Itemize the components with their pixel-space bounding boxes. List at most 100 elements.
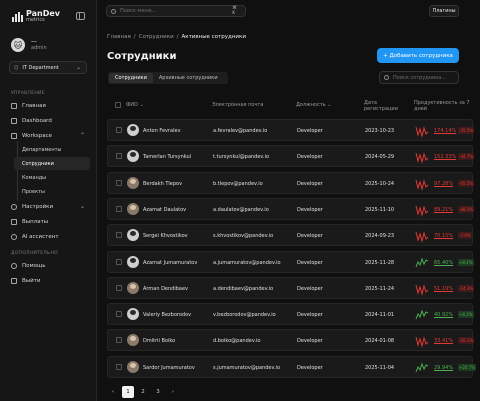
table-row[interactable]: Dmitrii Boiko d.boiko@pandev.io Developer 2… [107,329,475,352]
sidebar-subitem-departments[interactable]: Департаменты [14,143,90,156]
employee-role: Developer [297,180,323,187]
sidebar-item-home[interactable]: Главная [8,99,90,112]
avatar [127,281,139,294]
tab-employees[interactable]: Сотрудники [109,73,153,83]
table-row[interactable]: Azamat Daulatov a.daulatov@pandev.io Devel… [107,197,475,220]
row-checkbox[interactable] [116,363,122,370]
avatar: 🐱 [11,38,25,52]
department-dot-icon: ⬡ [14,64,19,71]
menu-search[interactable]: ⌘ K [106,5,246,17]
table-row[interactable]: Tamerlan Tursynkul t.tursynkul@pandev.io D… [107,145,475,168]
productivity-delta-badge: -20.1% [458,337,475,345]
row-checkbox[interactable] [116,258,122,265]
registration-date: 2024-09-23 [365,233,395,240]
select-all-checkbox[interactable] [115,102,121,108]
employee-name[interactable]: Dmitrii Boiko [143,338,175,344]
registration-date: 2025-11-28 [365,259,395,266]
table-row[interactable]: Sardor Jumamuratov s.jumamuratov@pandev.i… [107,355,477,378]
page-button[interactable]: 3 [152,386,164,398]
column-header-role[interactable]: Должность ⌄ [296,102,331,108]
employee-name[interactable]: Valeriy Bezborodov [143,312,191,318]
next-page-button[interactable]: › [167,386,179,398]
sidebar-item-logout[interactable]: Выйти [8,274,90,287]
avatar [127,255,139,268]
row-checkbox[interactable] [116,205,122,212]
section-title-additional: ДОПОЛНИТЕЛЬНО [11,251,59,256]
user-profile[interactable]: 🐱 — admin [11,38,47,52]
table-row[interactable]: Sergei Khvostikov s.khvostikov@pandev.io D… [107,224,473,247]
employee-role: Developer [297,154,323,161]
row-checkbox[interactable] [116,337,122,344]
avatar [127,150,139,163]
sidebar-subitem-teams[interactable]: Команды [14,171,90,184]
plugins-button[interactable]: Плагины [429,5,459,17]
column-header-email[interactable]: Электронная почта [212,102,263,108]
table-header: ФИО ⌄ Электронная почта Должность ⌄ Дата… [107,96,473,114]
sidebar-item-workspace[interactable]: Workspace ⌃ [8,129,90,142]
add-employee-button[interactable]: + Добавить сотрудника [377,48,459,63]
productivity-percent: 51.19% [434,285,454,292]
logo-subtitle: metrics [26,17,45,23]
app-logo[interactable]: PanDev metrics [12,10,60,23]
row-checkbox[interactable] [116,127,122,133]
row-checkbox[interactable] [116,232,122,239]
row-checkbox[interactable] [116,311,122,318]
row-checkbox[interactable] [116,153,122,160]
avatar [127,334,139,347]
registration-date: 2024-01-08 [365,338,395,345]
menu-search-input[interactable] [120,8,229,14]
employee-name[interactable]: Tamerlan Tursynkul [143,154,191,160]
sidebar-collapse-icon[interactable] [76,12,85,20]
table-row[interactable]: Valeriy Bezborodov v.bezborodov@pandev.io… [107,303,474,326]
employee-role: Developer [297,259,323,266]
home-icon [11,102,17,109]
employee-search[interactable] [379,71,459,84]
sidebar-item-settings[interactable]: Настройки ⌄ [8,200,90,213]
productivity-sparkline [415,309,429,320]
avatar [127,124,139,136]
search-icon [111,8,116,14]
employee-name[interactable]: Arman Dendibaev [143,286,188,292]
breadcrumb-separator: / [176,34,179,40]
productivity-percent: 33.41% [434,338,454,345]
employee-name[interactable]: Sergei Khvostikov [143,233,188,239]
productivity-delta-badge: +8.4% [458,258,474,266]
prev-page-button[interactable]: ‹ [107,386,119,398]
productivity-sparkline [415,257,429,267]
table-row[interactable]: Berdakh Tlepov b.tlepov@pandev.io Develope… [107,171,475,194]
employee-search-input[interactable] [393,74,453,81]
sidebar-subitem-employees[interactable]: Сотрудники [14,157,90,170]
tab-archived-employees[interactable]: Архивные сотрудники [153,73,224,83]
breadcrumb-employees[interactable]: Сотрудники [139,34,174,40]
employee-name[interactable]: Azamat Jumamuratov [143,260,197,266]
employee-name[interactable]: Sardor Jumamuratov [143,365,195,371]
productivity-delta-badge: -14.3% [458,284,475,292]
shortcut-hint: ⌘ K [232,6,237,16]
department-selector[interactable]: ⬡ IT Department ⌄ [9,61,87,74]
column-header-productivity[interactable]: Продуктивность за 7 дней [414,100,472,112]
chevron-up-icon: ⌃ [79,132,85,139]
productivity-sparkline [415,152,429,165]
sidebar-item-dashboard[interactable]: Dashboard [8,114,90,127]
sidebar-item-help[interactable]: Помощь [8,259,90,272]
employee-name[interactable]: Berdakh Tlepov [143,181,182,187]
row-checkbox[interactable] [116,284,122,291]
column-header-date[interactable]: Дата регистрации [364,100,408,112]
breadcrumb-home[interactable]: Главная [107,34,131,40]
page-button[interactable]: 2 [137,386,149,398]
table-row[interactable]: Azamat Jumamuratov a.jumamuratov@pandev.i… [107,250,474,273]
productivity-percent: 40.92% [434,312,454,319]
row-checkbox[interactable] [116,179,122,186]
sidebar-subitem-projects[interactable]: Проекты [14,185,90,198]
employee-name[interactable]: Anton Fevralev [143,128,181,134]
chevron-down-icon: ⌄ [79,203,85,210]
column-header-name[interactable]: ФИО ⌄ [126,102,144,108]
employee-name[interactable]: Azamat Daulatov [143,207,186,213]
sidebar-item-ai-assistant[interactable]: AI ассистент [8,230,90,243]
table-row[interactable]: Arman Dendibaev a.dendibaev@pandev.io Deve… [107,276,475,299]
sidebar-item-payouts[interactable]: Выплаты [8,215,90,228]
page-button[interactable]: 1 [122,386,134,398]
employee-email: a.dendibaev@pandev.io [213,285,274,292]
productivity-sparkline [415,284,429,296]
table-row[interactable]: Anton Fevralev a.fevralev@pandev.io Develo… [107,119,475,141]
